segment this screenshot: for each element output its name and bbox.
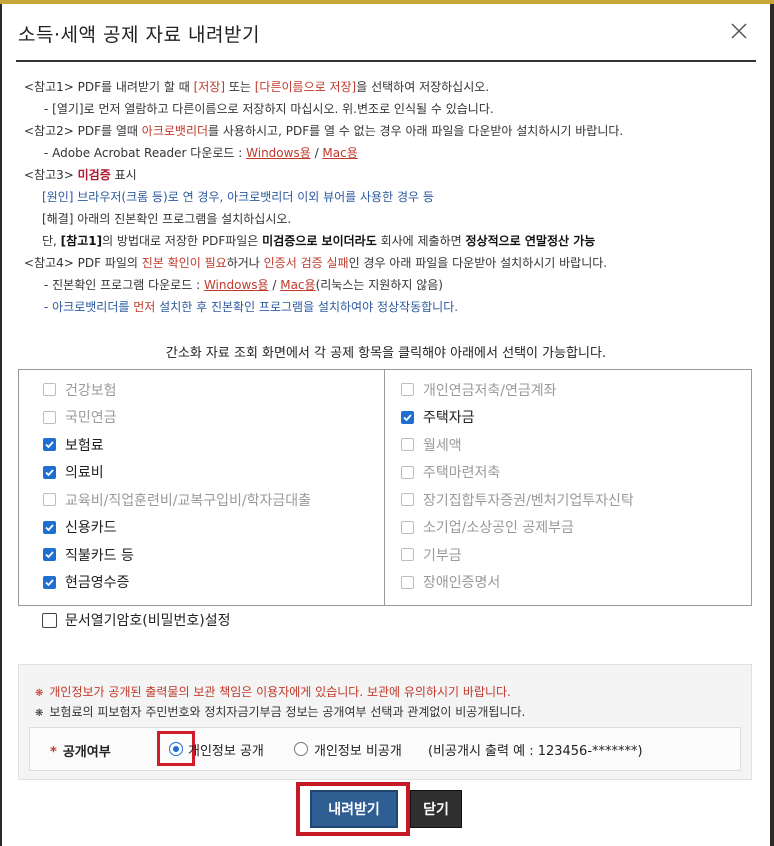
notes-section: <참고1> PDF를 내려받기 할 때 [저장] 또는 [다른이름으로 저장]을… <box>24 76 764 318</box>
left-item[interactable]: 보험료 <box>43 431 384 459</box>
right-item-column: 개인연금저축/연금계좌주택자금월세액주택마련저축장기집합투자증권/벤처기업투자신… <box>385 370 751 605</box>
left-item-label: 신용카드 <box>65 520 117 537</box>
left-item[interactable]: 국민연금 <box>43 404 384 432</box>
left-item[interactable]: 의료비 <box>43 459 384 487</box>
left-item[interactable]: 건강보험 <box>43 376 384 404</box>
note-2: <참고2> PDF를 열때 아크로뱃리더를 사용하시고, PDF를 열 수 없는… <box>24 124 624 138</box>
left-item-label: 현금영수증 <box>65 575 130 592</box>
note-3-fix: [해결] 아래의 진본확인 프로그램을 설치하십시오. <box>42 212 292 226</box>
right-item[interactable]: 개인연금저축/연금계좌 <box>401 376 751 404</box>
right-item-label: 기부금 <box>423 547 462 564</box>
left-item-label: 교육비/직업훈련비/교복구입비/학자금대출 <box>65 492 311 509</box>
public-option-label[interactable]: 개인정보 공개 <box>188 740 264 759</box>
left-item-label: 직불카드 등 <box>65 547 134 564</box>
download-dialog: 소득·세액 공제 자료 내려받기 <참고1> PDF를 내려받기 할 때 [저장… <box>2 4 770 846</box>
left-item-label: 보험료 <box>65 437 104 454</box>
right-item-label: 개인연금저축/연금계좌 <box>423 382 557 399</box>
title-divider <box>16 60 756 62</box>
acrobat-windows-link[interactable]: Windows용 <box>246 146 311 160</box>
right-item[interactable]: 장기집합투자증권/벤처기업투자신탁 <box>401 486 751 514</box>
deduction-items-panel: 건강보험국민연금보험료의료비교육비/직업훈련비/교복구입비/학자금대출신용카드직… <box>18 369 752 606</box>
unchecked-checkbox[interactable] <box>401 465 414 479</box>
notice-bullet-icon: ❋ <box>35 708 44 719</box>
right-item-label: 장애인증명서 <box>423 575 501 592</box>
note-2-sub: - Adobe Acrobat Reader 다운로드 : Windows용 /… <box>44 146 358 160</box>
private-option-label[interactable]: 개인정보 비공개 <box>314 740 402 759</box>
privacy-section: ❋ 개인정보가 공개된 출력물의 보관 책임은 이용자에게 있습니다. 보관에 유… <box>18 664 752 780</box>
selection-hint: 간소화 자료 조회 화면에서 각 공제 항목을 클릭해야 아래에서 선택이 가능… <box>165 346 607 361</box>
unchecked-checkbox[interactable] <box>43 493 56 507</box>
checked-checkbox[interactable] <box>43 520 56 534</box>
right-item[interactable]: 소기업/소상공인 공제부금 <box>401 514 751 542</box>
right-item-label: 주택자금 <box>423 410 475 427</box>
unchecked-checkbox[interactable] <box>401 383 414 397</box>
left-item-column: 건강보험국민연금보험료의료비교육비/직업훈련비/교복구입비/학자금대출신용카드직… <box>19 370 385 605</box>
password-option-label: 문서열기암호(비밀번호)설정 <box>65 613 231 629</box>
unchecked-checkbox[interactable] <box>401 493 414 507</box>
right-item-label: 장기집합투자증권/벤처기업투자신탁 <box>423 492 634 509</box>
unchecked-checkbox[interactable] <box>401 520 414 534</box>
checked-checkbox[interactable] <box>43 575 56 589</box>
left-item-label: 건강보험 <box>65 382 117 399</box>
password-checkbox[interactable] <box>42 612 57 628</box>
left-item[interactable]: 교육비/직업훈련비/교복구입비/학자금대출 <box>43 486 384 514</box>
note-4-sub-1: - 진본확인 프로그램 다운로드 : Windows용 / Mac용(리눅스는 … <box>44 278 443 292</box>
dialog-title: 소득·세액 공제 자료 내려받기 <box>18 24 260 46</box>
close-icon[interactable] <box>728 20 750 42</box>
checked-checkbox[interactable] <box>43 548 56 562</box>
left-item[interactable]: 현금영수증 <box>43 569 384 597</box>
checked-checkbox[interactable] <box>401 410 414 424</box>
unchecked-checkbox[interactable] <box>401 548 414 562</box>
note-1-sub: - [열기]로 먼저 열람하고 다른이름으로 저장하지 마십시오. 위.변조로 … <box>44 102 494 116</box>
right-item[interactable]: 기부금 <box>401 541 751 569</box>
right-item-label: 주택마련저축 <box>423 465 501 482</box>
privacy-note-2: ❋ 보험료의 피보험자 주민번호와 정치자금기부금 정보는 공개여부 선택과 관계… <box>35 705 526 719</box>
disclosure-label: * 공개여부 <box>50 745 111 760</box>
private-radio[interactable] <box>294 742 308 756</box>
note-4-sub-2: - 아크로뱃리더를 먼저 설치한 후 진본확인 프로그램을 설치하여야 정상작동… <box>44 300 459 314</box>
right-item[interactable]: 장애인증명서 <box>401 569 751 597</box>
note-3-cause: [원인] 브라우저(크롬 등)로 연 경우, 아크로뱃리더 이외 뷰어를 사용한… <box>42 190 434 204</box>
checked-checkbox[interactable] <box>43 438 56 452</box>
acrobat-mac-link[interactable]: Mac용 <box>322 146 357 160</box>
unchecked-checkbox[interactable] <box>401 575 414 589</box>
unchecked-checkbox[interactable] <box>43 383 56 397</box>
left-item[interactable]: 직불카드 등 <box>43 541 384 569</box>
note-1: <참고1> PDF를 내려받기 할 때 [저장] 또는 [다른이름으로 저장]을… <box>24 80 490 94</box>
private-example-text: (비공개시 출력 예 : 123456-*******) <box>428 744 643 759</box>
right-item[interactable]: 주택자금 <box>401 404 751 432</box>
left-item-label: 의료비 <box>65 465 104 482</box>
verifier-windows-link[interactable]: Windows용 <box>204 278 269 292</box>
verifier-mac-link[interactable]: Mac용 <box>280 278 315 292</box>
notice-bullet-icon: ❋ <box>35 688 44 699</box>
unchecked-checkbox[interactable] <box>401 438 414 452</box>
note-3: <참고3> 미검증 표시 <box>24 168 137 182</box>
note-3-caution: 단, [참고1]의 방법대로 저장한 PDF파일은 미검증으로 보이더라도 회사… <box>42 234 596 248</box>
checked-checkbox[interactable] <box>43 465 56 479</box>
save-as-option-text: [다른이름으로 저장] <box>254 80 357 94</box>
left-item-label: 국민연금 <box>65 410 117 427</box>
save-option-text: [저장] <box>193 80 226 94</box>
download-button[interactable]: 내려받기 <box>310 790 398 828</box>
unchecked-checkbox[interactable] <box>43 410 56 424</box>
right-item-label: 소기업/소상공인 공제부금 <box>423 520 574 537</box>
public-radio[interactable] <box>169 742 183 756</box>
left-item[interactable]: 신용카드 <box>43 514 384 542</box>
close-button[interactable]: 닫기 <box>410 790 462 828</box>
password-option-row[interactable]: 문서열기암호(비밀번호)설정 <box>42 610 230 630</box>
right-item[interactable]: 월세액 <box>401 431 751 459</box>
right-item[interactable]: 주택마련저축 <box>401 459 751 487</box>
note-4: <참고4> PDF 파일의 진본 확인이 필요하거나 인증서 검증 실패인 경우… <box>24 256 608 270</box>
privacy-note-1: ❋ 개인정보가 공개된 출력물의 보관 책임은 이용자에게 있습니다. 보관에 유… <box>35 685 511 699</box>
right-item-label: 월세액 <box>423 437 462 454</box>
disclosure-row: * 공개여부 개인정보 공개 개인정보 비공개 (비공개시 출력 예 : 1234… <box>29 727 741 771</box>
